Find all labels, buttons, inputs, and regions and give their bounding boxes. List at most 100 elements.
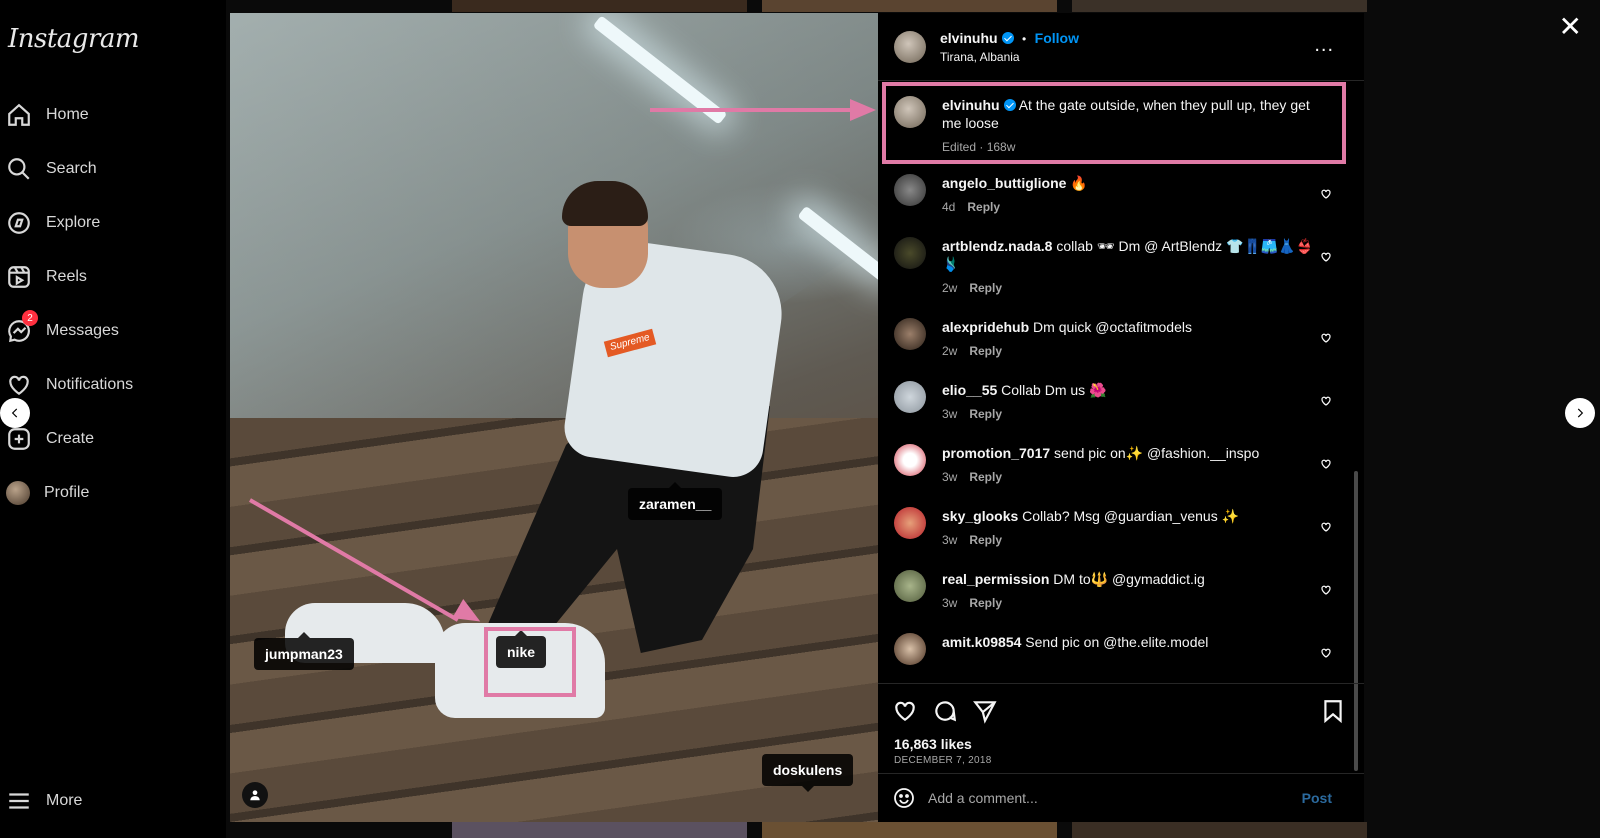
sidebar-item-reels[interactable]: Reels	[6, 262, 87, 292]
sidebar-item-label: Home	[46, 106, 89, 123]
comment-age: 3w	[942, 596, 958, 610]
comment-text: 🔥	[1070, 175, 1088, 191]
user-tags-button[interactable]	[242, 782, 268, 808]
annotation-arrowhead	[850, 99, 876, 121]
commenter-avatar[interactable]	[894, 633, 926, 665]
annotation-box-caption	[882, 82, 1346, 164]
photo-tag-doskulens[interactable]: doskulens	[762, 754, 854, 792]
commenter-avatar[interactable]	[894, 507, 926, 539]
comment-username[interactable]: artblendz.nada.8	[942, 238, 1052, 254]
comment-username[interactable]: promotion_7017	[942, 445, 1050, 461]
sidebar-item-explore[interactable]: Explore	[6, 208, 100, 238]
bookmark-icon[interactable]	[1320, 698, 1346, 724]
list-item: promotion_7017 send pic on✨ @fashion.__i…	[894, 444, 1344, 486]
reply-button[interactable]: Reply	[969, 596, 1002, 610]
photo-tag-zaramen[interactable]: zaramen__	[628, 482, 723, 520]
commenter-avatar[interactable]	[894, 570, 926, 602]
sidebar-item-search[interactable]: Search	[6, 154, 97, 184]
comment-text: DM to🔱 @gymaddict.ig	[1053, 571, 1205, 587]
comment-username[interactable]: amit.k09854	[942, 634, 1021, 650]
author-avatar[interactable]	[894, 30, 926, 63]
more-options-icon[interactable]: ...	[1314, 35, 1334, 55]
sidebar-item-label: Search	[46, 160, 97, 177]
author-username[interactable]: elvinuhu	[940, 30, 998, 46]
comment-age: 3w	[942, 470, 958, 484]
sidebar-item-label: More	[46, 792, 83, 809]
like-comment-icon[interactable]	[1320, 458, 1332, 470]
commenter-avatar[interactable]	[894, 318, 926, 350]
reply-button[interactable]: Reply	[969, 407, 1002, 421]
photo-tag-jumpman23[interactable]: jumpman23	[254, 632, 354, 670]
chevron-left-icon	[11, 408, 18, 418]
emoji-icon[interactable]	[892, 786, 916, 810]
close-icon[interactable]: ✕	[1559, 10, 1582, 43]
comment-text: Collab Dm us 🌺	[1001, 382, 1107, 398]
reply-button[interactable]: Reply	[969, 533, 1002, 547]
like-comment-icon[interactable]	[1320, 647, 1332, 659]
sidebar-item-notifications[interactable]: Notifications	[6, 370, 133, 400]
reply-button[interactable]: Reply	[969, 470, 1002, 484]
comment-username[interactable]: sky_glooks	[942, 508, 1018, 524]
sidebar-item-label: Create	[46, 430, 95, 447]
like-comment-icon[interactable]	[1320, 584, 1332, 596]
follow-button[interactable]: Follow	[1035, 30, 1079, 46]
annotation-arrow-caption	[650, 108, 850, 112]
list-item: alexpridehub Dm quick @octafitmodels 2w R…	[894, 318, 1344, 360]
comment-username[interactable]: alexpridehub	[942, 319, 1029, 335]
sidebar-item-label: Profile	[44, 484, 90, 501]
previous-post-button[interactable]	[0, 398, 30, 428]
commenter-avatar[interactable]	[894, 444, 926, 476]
like-comment-icon[interactable]	[1320, 188, 1332, 200]
verified-icon	[1001, 31, 1014, 44]
comments-list[interactable]: elvinuhu At the gate outside, when they …	[878, 82, 1356, 682]
background-thumbnail	[1072, 822, 1367, 838]
reply-button[interactable]: Reply	[967, 200, 1000, 214]
share-icon[interactable]	[972, 698, 998, 724]
likes-count[interactable]: 16,863 likes	[894, 736, 972, 752]
sidebar-item-label: Messages	[46, 322, 119, 339]
sidebar-item-label: Notifications	[46, 376, 134, 393]
commenter-avatar[interactable]	[894, 237, 926, 269]
search-icon	[8, 158, 30, 180]
like-comment-icon[interactable]	[1320, 395, 1332, 407]
separator-dot: •	[1022, 31, 1027, 46]
background-thumbnail	[1072, 0, 1367, 12]
post-location[interactable]: Tirana, Albania	[940, 50, 1079, 64]
comment-text: Dm quick @octafitmodels	[1033, 319, 1192, 335]
comment-age: 2w	[942, 281, 958, 295]
like-icon[interactable]	[892, 698, 918, 724]
person-icon	[250, 790, 260, 801]
commenter-avatar[interactable]	[894, 381, 926, 413]
sidebar-item-create[interactable]: Create	[6, 424, 94, 454]
sidebar-item-profile[interactable]: Profile	[6, 478, 89, 508]
instagram-logo[interactable]: Instagram	[8, 24, 140, 54]
like-comment-icon[interactable]	[1320, 332, 1332, 344]
comment-age: 3w	[942, 407, 958, 421]
like-comment-icon[interactable]	[1320, 521, 1332, 533]
comment-icon[interactable]	[932, 698, 958, 724]
comment-age: 2w	[942, 344, 958, 358]
background-thumbnail	[762, 0, 1057, 12]
sidebar-item-label: Explore	[46, 214, 101, 231]
sidebar: Instagram Home Search Explore Reels 2 Me…	[0, 0, 226, 838]
comment-username[interactable]: angelo_buttiglione	[942, 175, 1066, 191]
menu-icon	[9, 793, 29, 809]
like-comment-icon[interactable]	[1320, 251, 1332, 263]
post-comment-button[interactable]: Post	[1302, 790, 1332, 806]
sidebar-item-more[interactable]: More	[6, 786, 82, 816]
reply-button[interactable]: Reply	[969, 281, 1002, 295]
list-item: angelo_buttiglione 🔥 4d Reply	[894, 174, 1344, 216]
post-image[interactable]: Supreme zaramen__ jumpman23 nike doskule…	[230, 13, 878, 822]
list-item: sky_glooks Collab? Msg @guardian_venus ✨…	[894, 507, 1344, 549]
sidebar-item-home[interactable]: Home	[6, 100, 89, 130]
comment-username[interactable]: elio__55	[942, 382, 997, 398]
next-post-button[interactable]	[1565, 398, 1595, 428]
comment-username[interactable]: real_permission	[942, 571, 1049, 587]
comment-input[interactable]: Add a comment...	[928, 790, 1038, 806]
comment-age: 4d	[942, 200, 956, 214]
reply-button[interactable]: Reply	[969, 344, 1002, 358]
annotation-box-nike-tag	[484, 627, 576, 697]
add-comment-bar: Add a comment... Post	[878, 773, 1364, 822]
commenter-avatar[interactable]	[894, 174, 926, 206]
sidebar-item-messages[interactable]: 2 Messages	[6, 310, 119, 346]
